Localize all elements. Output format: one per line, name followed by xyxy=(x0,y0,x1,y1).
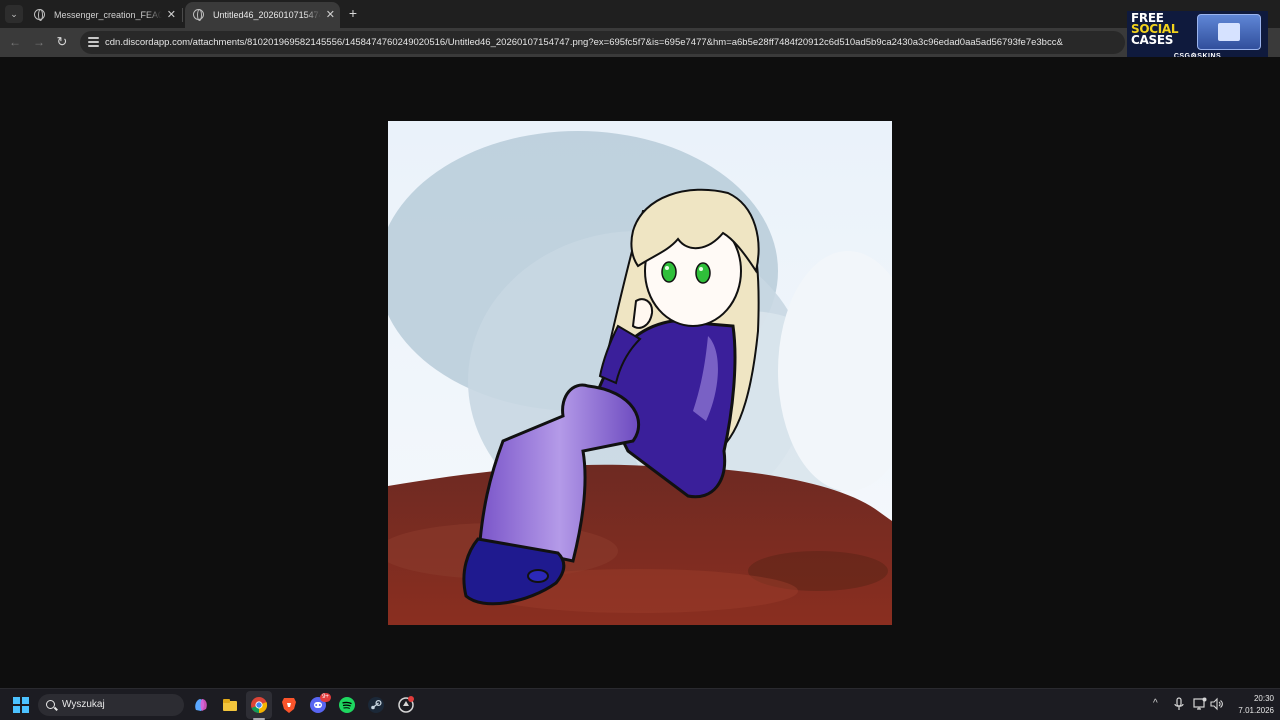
discord-notification-badge: 9+ xyxy=(320,693,331,702)
search-icon xyxy=(46,700,55,709)
reload-button[interactable]: ↻ xyxy=(53,33,71,51)
microphone-icon[interactable] xyxy=(1172,697,1186,711)
file-explorer-icon[interactable] xyxy=(221,696,239,714)
tab-image[interactable]: Untitled46_20260107154747.png ✕ xyxy=(185,2,340,28)
browser-tab-strip: ⌄ Messenger_creation_FEA0CE33 ✕ Untitled… xyxy=(0,0,1280,28)
advertisement-banner[interactable]: FREE SOCIAL CASES CSG⚙SKINS xyxy=(1127,11,1268,62)
address-bar[interactable]: cdn.discordapp.com/attachments/810201969… xyxy=(80,31,1125,54)
clock-time: 20:30 xyxy=(1253,694,1274,703)
close-tab-icon[interactable]: ✕ xyxy=(167,2,176,28)
steam-icon[interactable] xyxy=(367,696,385,714)
ad-text: FREE SOCIAL CASES xyxy=(1131,12,1179,47)
browser-toolbar: ← → ↻ cdn.discordapp.com/attachments/810… xyxy=(0,28,1280,57)
windows-start-icon[interactable] xyxy=(13,697,29,713)
art-eye-shine xyxy=(665,266,669,270)
image-viewer xyxy=(0,57,1280,688)
site-info-icon[interactable] xyxy=(88,37,99,48)
art-eye-left xyxy=(661,261,677,283)
tab-title: Messenger_creation_FEA0CE33 xyxy=(54,10,162,20)
tab-search-button[interactable]: ⌄ xyxy=(5,5,23,23)
globe-icon xyxy=(193,9,204,21)
tray-overflow-chevron-icon[interactable]: ^ xyxy=(1153,698,1158,709)
art-eye-right xyxy=(695,262,711,284)
url-text[interactable]: cdn.discordapp.com/attachments/810201969… xyxy=(105,31,1063,54)
chrome-icon[interactable] xyxy=(250,696,268,714)
volume-icon[interactable] xyxy=(1210,697,1224,711)
spotify-icon[interactable] xyxy=(338,696,356,714)
back-button[interactable]: ← xyxy=(6,33,24,51)
art-shoe-detail xyxy=(527,569,549,583)
tab-separator xyxy=(182,8,183,22)
new-tab-button[interactable]: + xyxy=(346,4,360,22)
search-placeholder: Wyszukaj xyxy=(62,699,105,710)
art-eye-shine xyxy=(699,267,703,271)
windows-taskbar: Wyszukaj 9+ ^ 20:30 7.01.2026 xyxy=(0,688,1280,720)
artwork-image[interactable] xyxy=(388,121,892,625)
tab-title: Untitled46_20260107154747.png xyxy=(213,10,321,20)
overwolf-icon[interactable] xyxy=(397,696,415,714)
tab-messenger[interactable]: Messenger_creation_FEA0CE33 ✕ xyxy=(26,2,181,28)
close-tab-icon[interactable]: ✕ xyxy=(326,2,335,28)
ad-line-3: CASES xyxy=(1131,33,1174,47)
forward-button[interactable]: → xyxy=(30,33,48,51)
network-icon[interactable] xyxy=(1193,697,1207,711)
case-image xyxy=(1197,14,1261,50)
clock-date: 7.01.2026 xyxy=(1238,706,1274,715)
taskbar-search[interactable]: Wyszukaj xyxy=(38,694,184,716)
brave-icon[interactable] xyxy=(280,696,298,714)
copilot-icon[interactable] xyxy=(192,696,210,714)
system-clock[interactable]: 20:30 7.01.2026 xyxy=(1226,693,1274,717)
globe-icon xyxy=(34,9,45,21)
